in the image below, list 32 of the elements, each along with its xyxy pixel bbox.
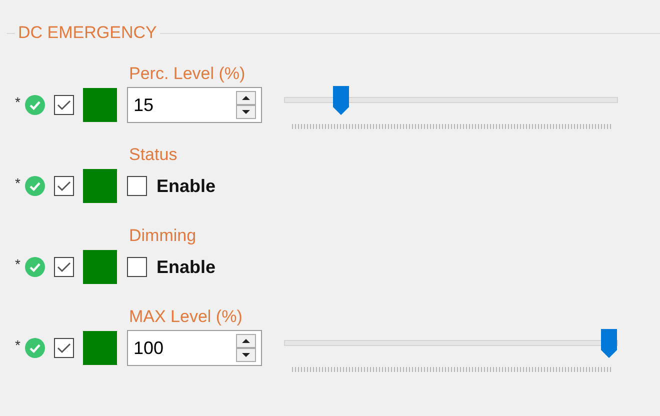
number-spinner[interactable]: 15 (127, 87, 262, 123)
asterisk: * (15, 95, 20, 109)
check-circle-icon (25, 95, 46, 115)
slider-thumb[interactable] (332, 85, 350, 115)
checkbox[interactable] (54, 95, 74, 115)
spin-arrows-icon[interactable] (236, 334, 256, 362)
status-indicator (83, 250, 118, 284)
check-mark-icon (57, 99, 72, 111)
checkbox[interactable] (54, 176, 74, 196)
field-label: MAX Level (%) (129, 306, 242, 328)
check-mark-icon (57, 261, 72, 273)
check-mark-icon (57, 180, 72, 192)
checkbox[interactable] (54, 257, 74, 277)
check-mark-icon (57, 342, 72, 354)
field-label: Dimming (129, 225, 196, 247)
enable-checkbox[interactable]: Enable (127, 254, 216, 280)
asterisk: * (15, 338, 20, 352)
check-circle-icon (25, 338, 46, 358)
status-indicator (83, 169, 118, 203)
slider-thumb[interactable] (600, 328, 618, 358)
asterisk: * (15, 257, 20, 271)
check-circle-icon (25, 257, 46, 277)
status-indicator (83, 88, 118, 122)
enable-checkbox[interactable]: Enable (127, 172, 216, 200)
checkbox[interactable] (54, 338, 74, 358)
field-label: Status (129, 144, 178, 166)
number-spinner[interactable]: 100 (127, 330, 262, 366)
status-indicator (83, 331, 118, 365)
field-label: Perc. Level (%) (129, 63, 246, 85)
spin-arrows-icon[interactable] (236, 91, 256, 119)
check-circle-icon (25, 176, 46, 196)
asterisk: * (15, 176, 20, 190)
